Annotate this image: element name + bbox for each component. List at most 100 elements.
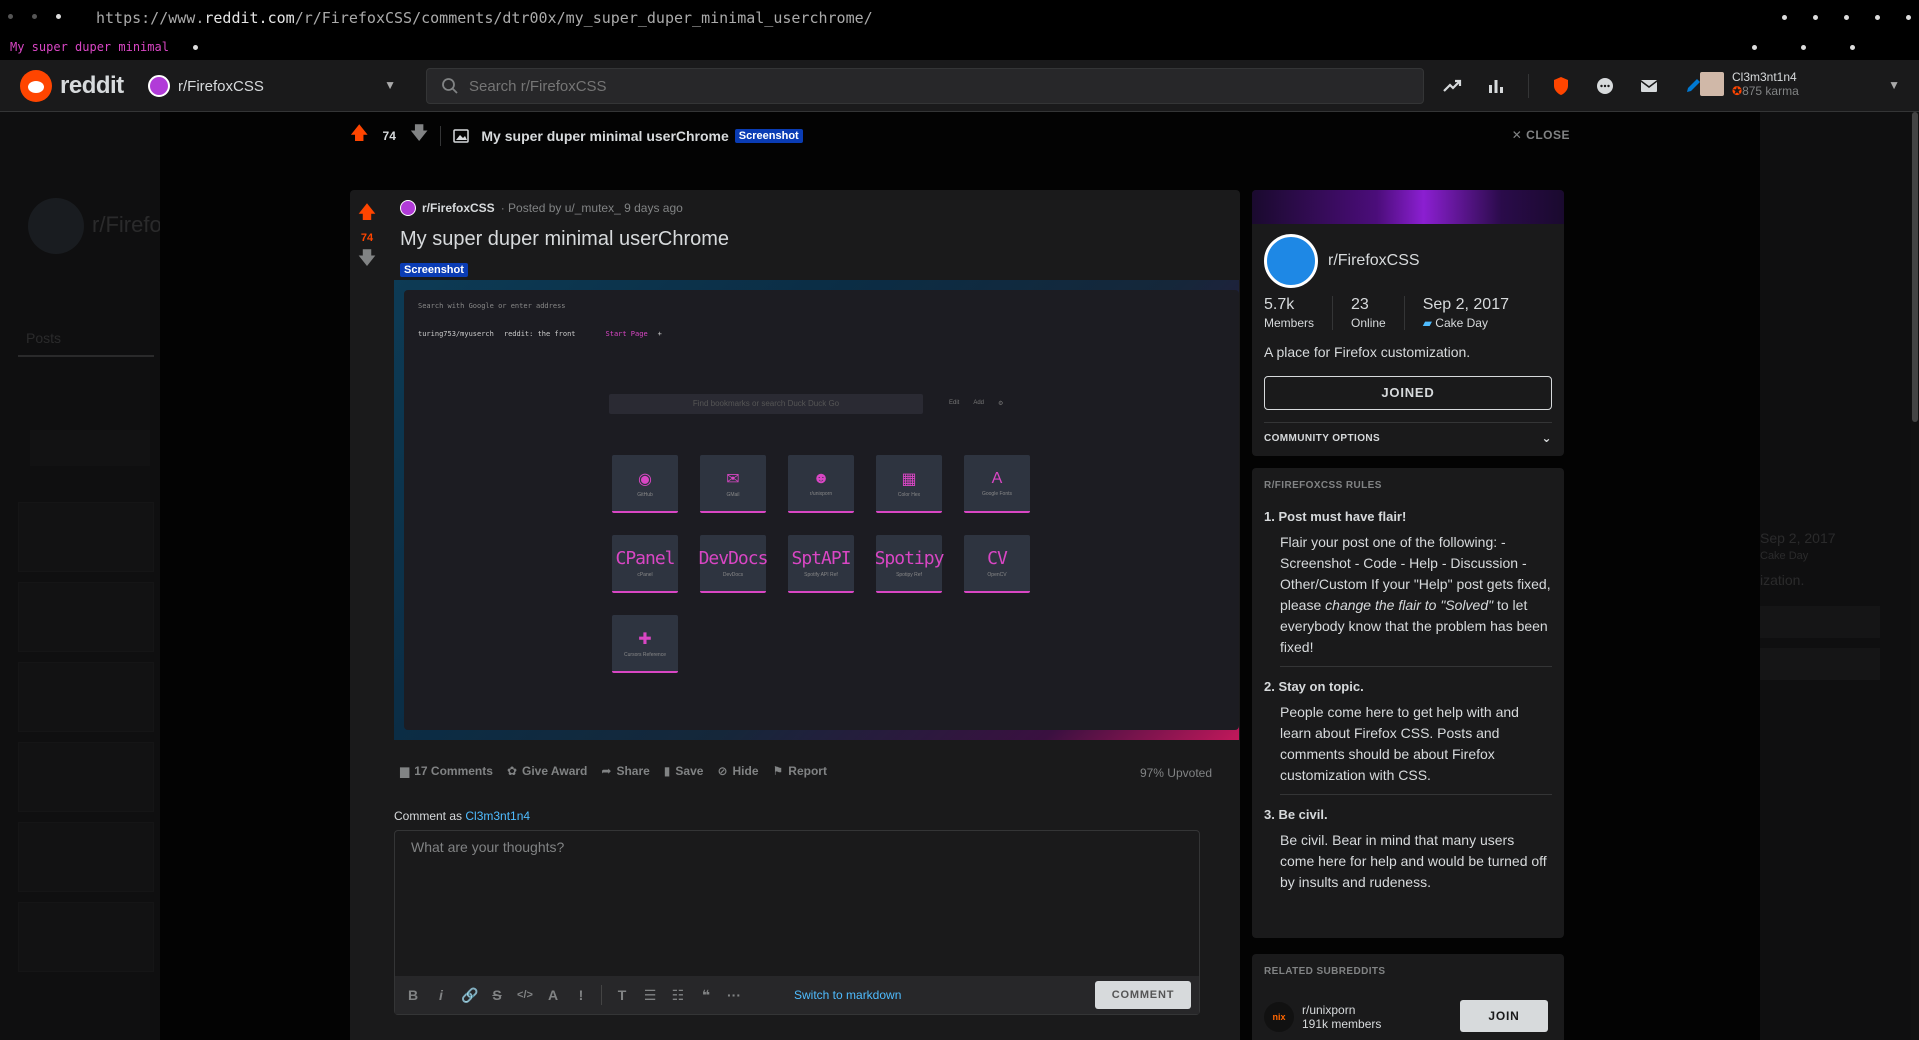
post-image[interactable]: Search with Google or enter address turi… — [394, 280, 1239, 740]
rule-item[interactable]: 3. Be civil. Be civil. Bear in mind that… — [1264, 807, 1552, 893]
spoiler-icon[interactable]: ! — [573, 987, 589, 1003]
give-award-button[interactable]: ✿ Give Award — [507, 764, 587, 778]
window-dot[interactable] — [56, 14, 61, 19]
downvote-arrow-icon[interactable]: 🡇 — [358, 246, 377, 276]
window-controls[interactable] — [8, 14, 61, 19]
screenshot-tile-icon: ✉ — [726, 470, 740, 488]
rule-title: 1. Post must have flair! — [1264, 509, 1407, 524]
bullet-list-icon[interactable]: ☰ — [642, 987, 658, 1004]
more-icon[interactable]: ··· — [726, 987, 742, 1003]
chevron-down-icon: ▼ — [1888, 78, 1900, 92]
upvote-percentage: 97% Upvoted — [1139, 766, 1212, 780]
rule-title: 2. Stay on topic. — [1264, 679, 1364, 694]
mail-icon[interactable] — [1637, 74, 1661, 98]
italic-icon[interactable]: i — [433, 987, 449, 1003]
posted-by[interactable]: · Posted by u/_mutex_ 9 days ago — [501, 201, 683, 215]
toolbar-dot[interactable] — [1813, 15, 1818, 20]
award-icon: ✿ — [506, 764, 517, 778]
tab-dot[interactable] — [1752, 45, 1757, 50]
bg-cake-label: Cake Day — [1760, 550, 1809, 562]
close-button[interactable]: ✕ CLOSE — [1512, 128, 1570, 142]
header-divider — [1528, 74, 1529, 98]
search-input[interactable] — [469, 77, 1369, 95]
user-menu[interactable]: Cl3m3nt1n4 ✪875 karma ▼ — [1700, 70, 1900, 102]
karma-count: ✪875 karma — [1732, 84, 1799, 98]
new-tab-dot[interactable] — [193, 45, 198, 50]
screenshot-tile-label: GitHub — [637, 491, 653, 498]
switch-to-markdown-link[interactable]: Switch to markdown — [794, 988, 901, 1002]
flair-badge[interactable]: Screenshot — [734, 129, 803, 143]
toolbar-dots[interactable] — [1782, 15, 1911, 20]
subreddit-icon[interactable] — [400, 200, 416, 216]
tab-dot[interactable] — [1801, 45, 1806, 50]
subreddit-icon — [148, 75, 170, 97]
code-icon[interactable]: </> — [517, 989, 533, 1001]
username: Cl3m3nt1n4 — [1732, 70, 1797, 84]
toolbar-dot[interactable] — [1844, 15, 1849, 20]
heading-icon[interactable]: T — [614, 987, 630, 1003]
bg-post-card — [18, 742, 154, 812]
stats-icon[interactable] — [1484, 74, 1508, 98]
reddit-logo[interactable]: reddit — [20, 70, 124, 102]
address-bar[interactable]: https://www.reddit.com/r/FirefoxCSS/comm… — [96, 9, 873, 27]
comment-submit-button[interactable]: COMMENT — [1095, 981, 1191, 1009]
screenshot-tile-label: Spotify API Ref — [804, 572, 838, 578]
browser-tab-active[interactable]: My super duper minimal — [10, 40, 169, 54]
related-subreddit-item[interactable]: nix r/unixporn 191k members — [1264, 1002, 1381, 1032]
toolbar-dot[interactable] — [1906, 15, 1911, 20]
rule-item[interactable]: 1. Post must have flair! Flair your post… — [1264, 509, 1552, 658]
toolbar-dot[interactable] — [1875, 15, 1880, 20]
upvote-arrow-icon[interactable]: 🡅 — [350, 121, 369, 151]
bg-post-card — [18, 902, 154, 972]
superscript-icon[interactable]: A — [545, 987, 561, 1003]
community-options[interactable]: COMMUNITY OPTIONS ⌄ — [1264, 422, 1552, 445]
screenshot-gear-icon: ⚙ — [998, 401, 1004, 407]
numbered-list-icon[interactable]: ☷ — [670, 987, 686, 1004]
search-box[interactable] — [426, 68, 1424, 104]
screenshot-tile-text: CPanel — [615, 548, 675, 569]
community-dropdown[interactable]: r/FirefoxCSS ▼ — [148, 70, 406, 102]
window-dot[interactable] — [8, 14, 13, 19]
community-name[interactable]: r/FirefoxCSS — [1328, 252, 1420, 270]
trending-icon[interactable] — [1440, 74, 1464, 98]
post-subreddit-link[interactable]: r/FirefoxCSS — [422, 201, 495, 215]
downvote-arrow-icon[interactable]: 🡇 — [410, 121, 429, 151]
shield-icon[interactable] — [1549, 74, 1573, 98]
rule-divider — [1280, 666, 1552, 667]
comment-textarea[interactable] — [395, 831, 1199, 971]
screenshot-opt: Add — [973, 400, 985, 406]
rule-item[interactable]: 2. Stay on topic. People come here to ge… — [1264, 679, 1552, 786]
scrollbar-thumb[interactable] — [1912, 112, 1918, 422]
share-button[interactable]: ➦ Share — [601, 764, 649, 778]
upvote-arrow-icon[interactable]: 🡅 — [358, 200, 377, 230]
screenshot-address: Search with Google or enter address — [418, 302, 566, 310]
tab-dot[interactable] — [1850, 45, 1855, 50]
join-button[interactable]: JOIN — [1460, 1000, 1548, 1032]
post-meta: r/FirefoxCSS · Posted by u/_mutex_ 9 day… — [400, 200, 683, 216]
chevron-down-icon: ⌄ — [1541, 431, 1552, 445]
comments-button[interactable]: ▆ 17 Comments — [400, 764, 493, 778]
quote-icon[interactable]: ❝ — [698, 987, 714, 1004]
report-button[interactable]: ⚑ Report — [773, 764, 827, 778]
bg-post-card — [18, 662, 154, 732]
toolbar-dot[interactable] — [1782, 15, 1787, 20]
scrollbar[interactable] — [1911, 112, 1919, 1040]
community-icon — [1264, 234, 1318, 288]
screenshot-tile-icon: ☻ — [812, 469, 830, 487]
comment-user-link[interactable]: Cl3m3nt1n4 — [465, 809, 530, 823]
post-flair-badge[interactable]: Screenshot — [400, 263, 468, 277]
strikethrough-icon[interactable]: S — [489, 987, 505, 1003]
joined-button[interactable]: JOINED — [1264, 376, 1552, 410]
chevron-down-icon: ▼ — [384, 78, 396, 92]
avatar — [1700, 72, 1724, 96]
link-icon[interactable]: 🔗 — [461, 987, 478, 1004]
chat-icon[interactable] — [1593, 74, 1617, 98]
bold-icon[interactable]: B — [405, 987, 421, 1003]
save-button[interactable]: ▮ Save — [664, 764, 704, 778]
screenshot-tile-icon: ◉ — [638, 470, 652, 488]
cake-day-date: Sep 2, 2017 — [1422, 296, 1509, 313]
members-label: Members — [1264, 316, 1315, 330]
window-dot[interactable] — [32, 14, 37, 19]
screenshot-tile-label: Spotipy Ref — [896, 572, 922, 578]
hide-button[interactable]: ⊘ Hide — [717, 764, 758, 778]
